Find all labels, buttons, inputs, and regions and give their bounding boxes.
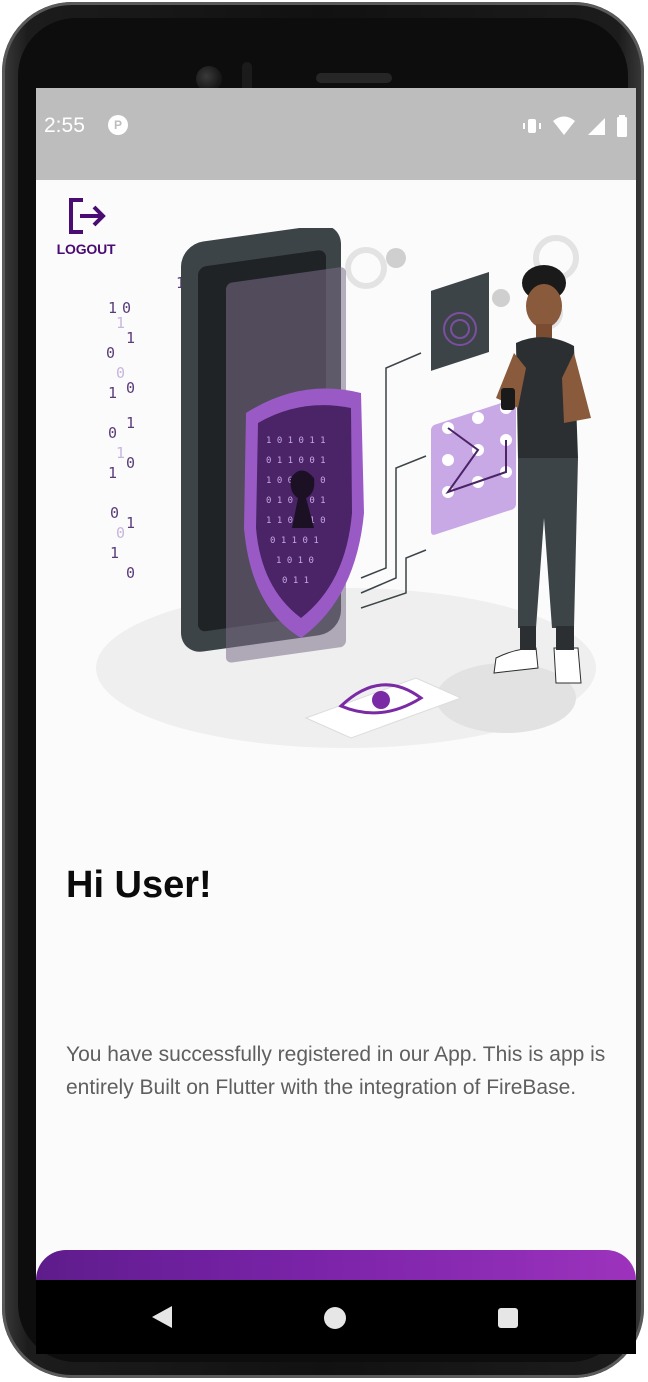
home-icon[interactable] — [324, 1307, 346, 1329]
back-icon[interactable] — [150, 1304, 174, 1330]
greeting-title: Hi User! — [66, 864, 212, 906]
status-icons — [522, 114, 628, 138]
notification-app-icon: P — [108, 115, 128, 135]
svg-text:1 0 1 0 1 1: 1 0 1 0 1 1 — [266, 436, 326, 446]
svg-text:1: 1 — [110, 544, 119, 562]
svg-text:0: 0 — [110, 504, 119, 522]
svg-text:1: 1 — [108, 384, 117, 402]
svg-text:0: 0 — [126, 454, 135, 472]
security-illustration: 10 01 10 01 10 01 10 11 10 10 10 00 1 0 … — [96, 228, 596, 748]
wifi-icon — [553, 116, 575, 135]
status-bar: 2:55 P — [36, 88, 636, 180]
svg-text:1: 1 — [126, 414, 135, 432]
svg-text:0 1 1: 0 1 1 — [282, 576, 309, 586]
battery-icon — [617, 115, 627, 137]
svg-text:0: 0 — [106, 344, 115, 362]
svg-text:1: 1 — [108, 464, 117, 482]
svg-text:1: 1 — [126, 329, 135, 347]
svg-text:0: 0 — [126, 564, 135, 582]
svg-text:1: 1 — [116, 314, 125, 332]
svg-text:1: 1 — [116, 444, 125, 462]
bottom-action-bar[interactable] — [36, 1250, 636, 1283]
svg-text:0: 0 — [126, 379, 135, 397]
signal-icon — [588, 118, 605, 135]
navigation-bar — [36, 1280, 636, 1354]
welcome-message: You have successfully registered in our … — [66, 1043, 606, 1099]
vibrate-icon — [523, 119, 541, 133]
status-time: 2:55 — [44, 114, 85, 137]
svg-text:1 0 1 0: 1 0 1 0 — [276, 556, 314, 566]
svg-text:1: 1 — [126, 514, 135, 532]
svg-text:0 1 1 0 0 1: 0 1 1 0 0 1 — [266, 456, 326, 466]
svg-text:0 1 0 1 0 1: 0 1 0 1 0 1 — [266, 496, 326, 506]
app-screen: 2:55 P LOGOUT 1 0 0 1 1 0 0 1 1 0 0 1 1 … — [36, 88, 636, 1283]
recent-apps-icon[interactable] — [498, 1308, 518, 1328]
svg-text:0 1 1 0 1: 0 1 1 0 1 — [270, 536, 319, 546]
svg-text:0: 0 — [116, 524, 125, 542]
svg-text:0: 0 — [108, 424, 117, 442]
svg-text:0: 0 — [116, 364, 125, 382]
speaker-grille — [316, 73, 392, 83]
